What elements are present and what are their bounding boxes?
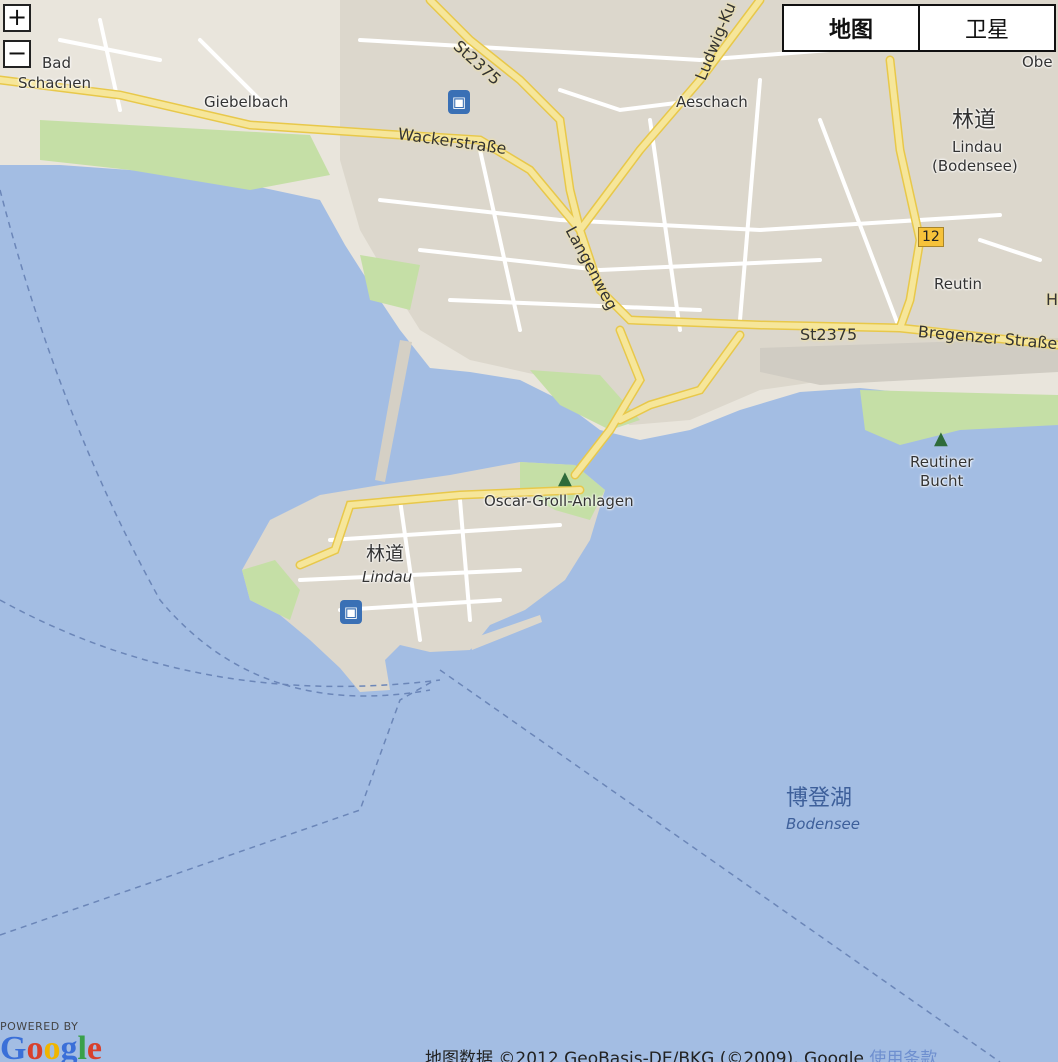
place-label-lindau-de: Lindau [362, 568, 413, 586]
map-tiles[interactable] [0, 0, 1058, 1062]
place-label-oscar-groll: Oscar-Groll-Anlagen [484, 492, 634, 510]
map-type-map-button[interactable]: 地图 [784, 6, 920, 50]
park-tree-icon: ▲ [558, 468, 572, 489]
place-label-giebelbach: Giebelbach [204, 93, 289, 111]
train-station-icon[interactable]: ▣ [340, 600, 362, 624]
place-label-reutiner: Reutiner [910, 453, 974, 471]
place-label-obe: Obe [1022, 53, 1053, 71]
place-label-bodensee-paren: (Bodensee) [932, 157, 1018, 175]
place-label-reutin: Reutin [934, 275, 983, 293]
route-shield-12: 12 [918, 227, 944, 247]
zoom-out-button[interactable]: − [3, 40, 31, 68]
google-logo[interactable]: Google [0, 1032, 102, 1062]
road-label-st2375-right: St2375 [800, 325, 858, 344]
map-canvas[interactable]: + − 地图 卫星 Bad Schachen Giebelbach Aescha… [0, 0, 1058, 1062]
place-label-lindau-cn: 林道 [366, 543, 405, 565]
map-copyright: 地图数据 ©2012 GeoBasis-DE/BKG (©2009), Goog… [425, 1044, 937, 1062]
lake-label-cn: 博登湖 [786, 786, 853, 811]
road-label-h: H [1046, 290, 1058, 309]
place-label-schachen: Schachen [18, 74, 91, 92]
terms-of-use-link[interactable]: 使用条款 [869, 1049, 937, 1062]
place-label-bad: Bad [42, 54, 72, 72]
park-tree-icon: ▲ [934, 428, 948, 449]
lake-label-de: Bodensee [786, 815, 860, 833]
train-station-icon[interactable]: ▣ [448, 90, 470, 114]
copyright-text: 地图数据 ©2012 GeoBasis-DE/BKG (©2009), Goog… [425, 1049, 864, 1062]
map-type-control: 地图 卫星 [782, 4, 1056, 52]
place-label-aeschach: Aeschach [676, 93, 748, 111]
map-type-satellite-button[interactable]: 卫星 [920, 6, 1054, 50]
place-label-lindau-cn-top: 林道 [952, 108, 997, 133]
place-label-bucht: Bucht [920, 472, 964, 490]
zoom-in-button[interactable]: + [3, 4, 31, 32]
place-label-lindau-de-top: Lindau [952, 138, 1003, 156]
